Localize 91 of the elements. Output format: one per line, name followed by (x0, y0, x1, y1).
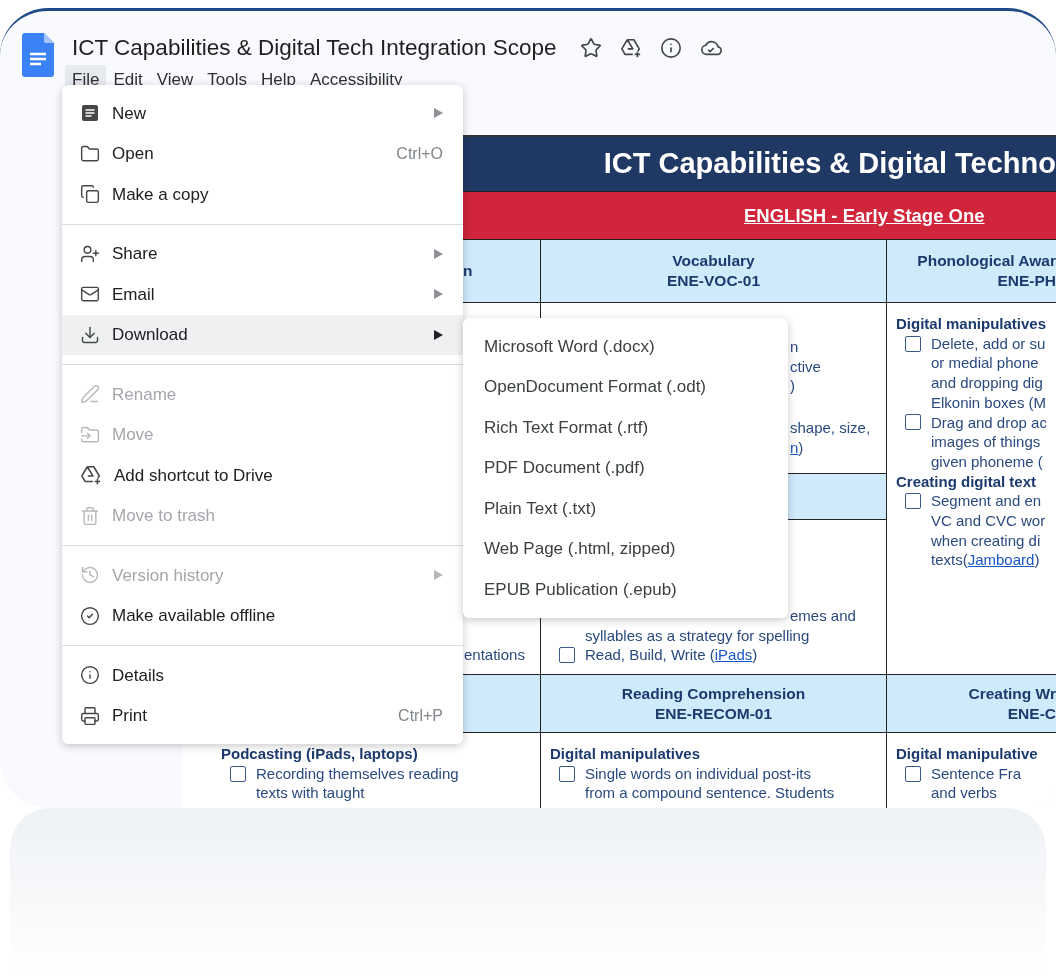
cell-text: Segment and en (931, 491, 1042, 512)
menu-item[interactable]: PDF Document (.pdf) (463, 447, 788, 488)
cell-text: VC and CVC wor (931, 512, 1046, 530)
checkbox[interactable] (230, 765, 246, 782)
column-heading: Phonological Awar (917, 251, 1056, 271)
checkbox[interactable] (559, 647, 575, 664)
menu-item[interactable]: Make available offline (62, 595, 463, 636)
menu-item[interactable]: Web Page (.html, zipped) (463, 528, 788, 569)
cell-text: Sentence Fra (931, 763, 1022, 784)
column-heading: ENE-RECOM-01 (654, 703, 773, 724)
cell-text: when creating di (931, 531, 1041, 549)
column-heading: ENE-C (1007, 703, 1056, 724)
menu-item[interactable]: Email (62, 274, 463, 315)
section-heading: Creating digital text (895, 471, 1038, 492)
pencil-icon (80, 384, 100, 405)
table-title: ICT Capabilities & Digital Techno (603, 146, 1056, 182)
cell-text: and verbs (931, 784, 997, 802)
folder-arrow-icon (80, 424, 100, 445)
checkbox[interactable] (905, 335, 921, 352)
print-icon (80, 705, 100, 726)
cell-text-with-link: Read, Build, Write (iPads) (585, 645, 758, 665)
menu-item[interactable]: Microsoft Word (.docx) (463, 326, 788, 367)
cell-text: entations (464, 646, 525, 664)
cell-text: or medial phone (931, 354, 1039, 372)
menu-bar-item[interactable]: Tools (200, 65, 254, 95)
add-person-icon (80, 243, 100, 264)
shortcut-text: Ctrl+P (398, 705, 443, 726)
checkbox[interactable] (905, 765, 921, 782)
copy-icon (80, 184, 100, 205)
cell-text: Elkonin boxes (M (931, 393, 1047, 411)
checkbox[interactable] (559, 765, 575, 782)
check-circle-icon (80, 605, 100, 626)
info-icon[interactable] (660, 37, 683, 59)
menu-bar-item[interactable]: Edit (106, 65, 150, 95)
info-icon (80, 665, 100, 686)
menu-item[interactable]: Make a copy (62, 174, 463, 215)
cell-text: syllables as a strategy for spelling (585, 626, 810, 644)
cell-text: n (790, 338, 799, 355)
checkbox[interactable] (905, 414, 921, 431)
document-icon (80, 103, 100, 124)
cell-text: and dropping dig (931, 374, 1043, 392)
cell-text: from a compound sentence. Students (585, 784, 835, 802)
star-icon[interactable] (580, 37, 603, 59)
column-heading: n (463, 261, 473, 281)
cell-text: Drag and drop ac (931, 412, 1047, 433)
cell-text: images of things (931, 433, 1041, 451)
shortcut-text: Ctrl+O (396, 143, 443, 164)
cell-text: Single words on individual post-its (585, 763, 811, 784)
cell-text-with-link: n) (790, 438, 804, 456)
section-heading: Digital manipulative (895, 744, 1039, 764)
trash-icon (80, 505, 100, 526)
menu-item[interactable]: Open Ctrl+O (62, 133, 463, 174)
folder-icon (80, 143, 100, 164)
menu-item[interactable]: Download (62, 314, 463, 355)
column-heading: ENE-VOC-01 (667, 271, 760, 291)
cell-text: shape, size, (790, 419, 871, 437)
cell-text: ) (790, 377, 795, 395)
drive-add-icon (80, 464, 102, 487)
document-title[interactable]: ICT Capabilities & Digital Tech Integration Scope (72, 31, 557, 65)
cell-text: Delete, add or su (931, 333, 1046, 354)
menu-item[interactable]: Details (62, 655, 463, 696)
cell-text: Recording themselves reading (256, 763, 459, 784)
menu-item[interactable]: Share (62, 233, 463, 274)
section-heading: Digital manipulatives (549, 744, 702, 764)
download-icon (80, 324, 100, 345)
cell-text: given phoneme ( (931, 452, 1043, 470)
section-heading: Digital manipulatives (895, 314, 1048, 334)
section-heading: Podcasting (iPads, laptops) (220, 744, 419, 764)
column-heading: Creating Wr (968, 683, 1056, 704)
menu-item[interactable]: Rich Text Format (.rtf) (463, 407, 788, 448)
drive-add-icon[interactable] (620, 37, 643, 59)
checkbox[interactable] (905, 493, 921, 510)
menu-item[interactable]: Add shortcut to Drive (62, 455, 463, 496)
menu-bar-item[interactable]: View (149, 65, 201, 95)
menu-item[interactable]: OpenDocument Format (.odt) (463, 366, 788, 407)
column-heading: Reading Comprehension (621, 683, 806, 704)
menu-item[interactable]: EPUB Publication (.epub) (463, 569, 788, 610)
history-icon (80, 565, 100, 586)
cell-text: texts with taught (256, 784, 365, 802)
menu-bar-item[interactable]: Accessibility (302, 65, 410, 95)
cell-text: ctive (790, 357, 821, 375)
menu-item[interactable]: New (62, 93, 463, 134)
document-logo-icon[interactable] (22, 33, 54, 77)
menu-item[interactable]: Plain Text (.txt) (463, 488, 788, 529)
subject-title: ENGLISH - Early Stage One (744, 203, 985, 228)
cell-text-with-link: texts(Jamboard) (931, 551, 1040, 569)
menu-bar-item[interactable]: Help (253, 65, 303, 95)
column-heading: Vocabulary (672, 251, 755, 271)
column-heading: ENE-PH (997, 271, 1056, 291)
menu-item[interactable]: Print Ctrl+P (62, 695, 463, 736)
cell-text: emes and (790, 606, 856, 624)
